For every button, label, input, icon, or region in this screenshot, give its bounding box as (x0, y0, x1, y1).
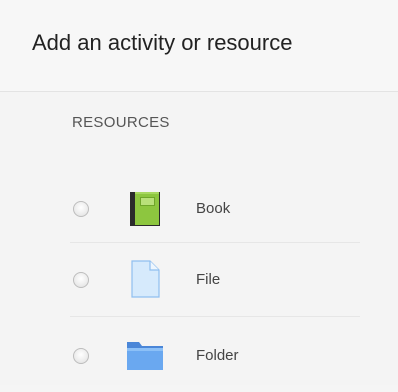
file-icon (125, 260, 165, 298)
radio-file[interactable] (73, 272, 89, 288)
row-divider (70, 316, 360, 317)
option-label-file[interactable]: File (196, 271, 220, 288)
dialog-title: Add an activity or resource (32, 30, 293, 55)
row-divider (70, 242, 360, 243)
option-label-book[interactable]: Book (196, 200, 230, 217)
radio-folder[interactable] (73, 348, 89, 364)
option-row-book[interactable]: Book (0, 172, 398, 248)
radio-book[interactable] (73, 201, 89, 217)
section-heading: RESOURCES (72, 114, 170, 131)
option-row-folder[interactable]: Folder (0, 316, 398, 392)
option-label-folder[interactable]: Folder (196, 347, 239, 364)
dialog-header: Add an activity or resource (0, 0, 398, 92)
dialog-body: RESOURCES Book File Folder (0, 92, 398, 385)
folder-icon (125, 338, 165, 372)
option-row-file[interactable]: File (0, 242, 398, 318)
book-icon (125, 192, 165, 226)
